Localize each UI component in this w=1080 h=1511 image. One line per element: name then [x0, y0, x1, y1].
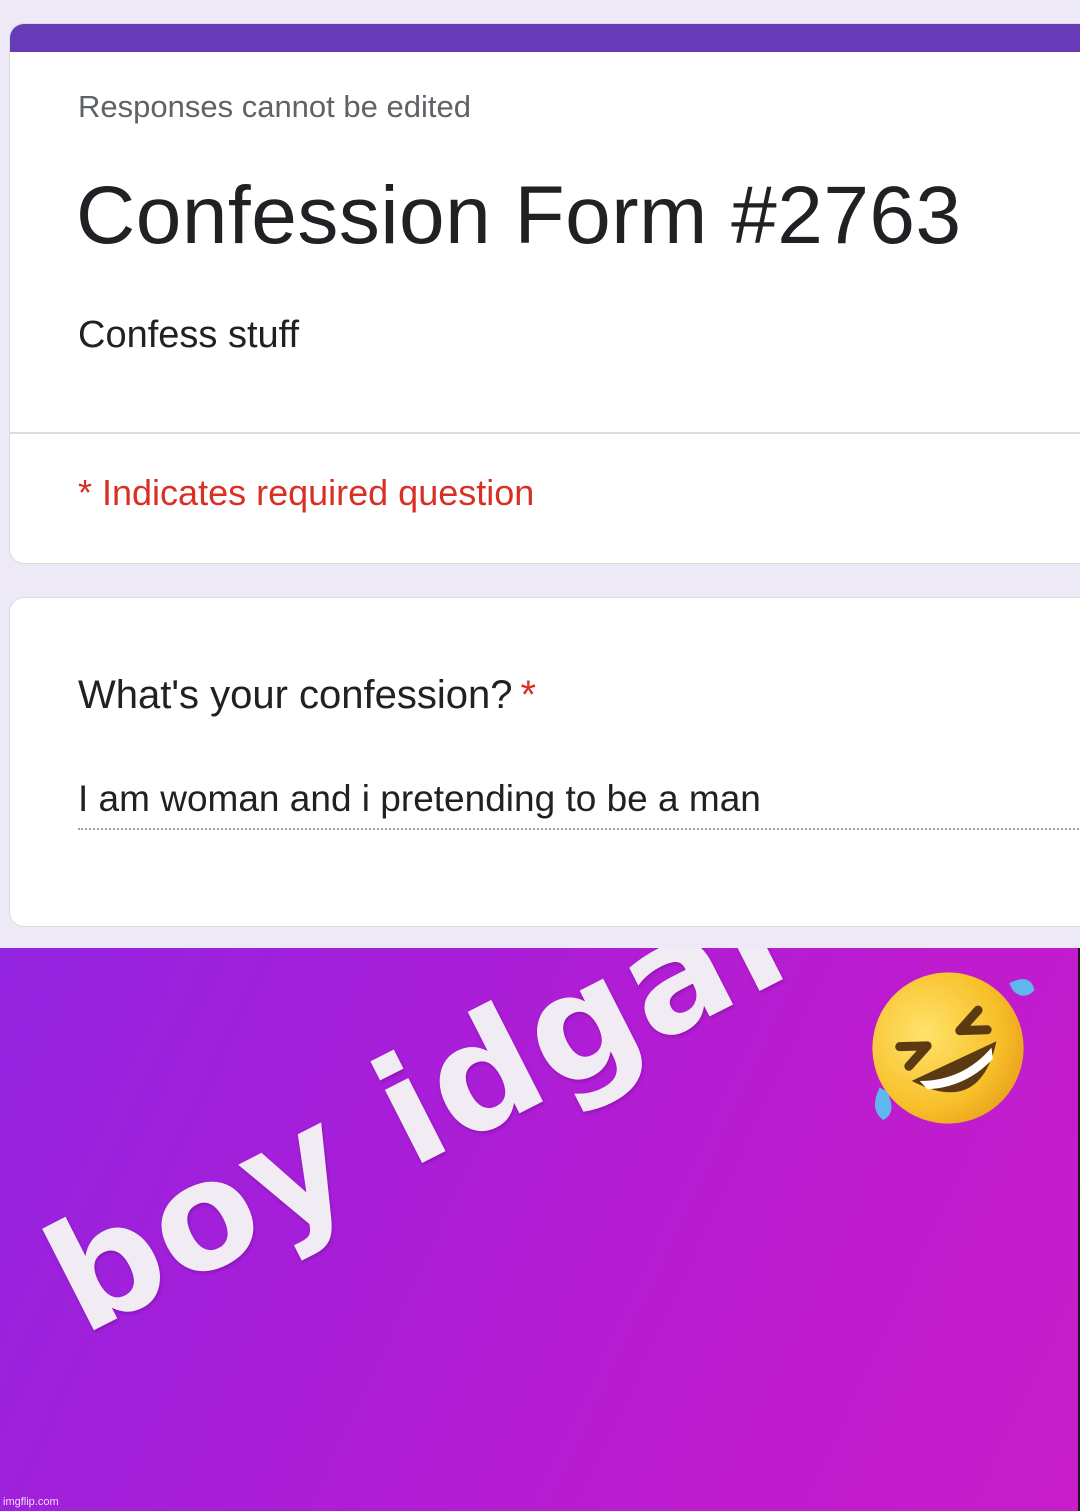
answer-field[interactable]: I am woman and i pretending to be a man	[78, 778, 761, 820]
imgflip-watermark: imgflip.com	[3, 1496, 59, 1508]
form-accent-bar	[10, 24, 1080, 52]
header-divider	[10, 432, 1080, 434]
meme-image: boy idgaf imgflip.com	[0, 948, 1078, 1511]
question-title: What's your confession? *	[78, 673, 536, 718]
form-header-card: Responses cannot be edited Confession Fo…	[10, 24, 1080, 563]
question-label: What's your confession?	[78, 673, 513, 717]
required-asterisk: *	[520, 673, 537, 717]
required-question-note: * Indicates required question	[78, 472, 535, 513]
answer-underline	[78, 828, 1080, 830]
meme-caption: boy idgaf	[20, 948, 822, 1369]
form-title: Confession Form #2763	[76, 170, 962, 261]
responses-notice: Responses cannot be edited	[78, 89, 471, 124]
rolling-on-floor-laughing-icon	[872, 972, 1035, 1124]
question-card: What's your confession? * I am woman and …	[10, 598, 1080, 926]
form-description: Confess stuff	[78, 314, 300, 356]
